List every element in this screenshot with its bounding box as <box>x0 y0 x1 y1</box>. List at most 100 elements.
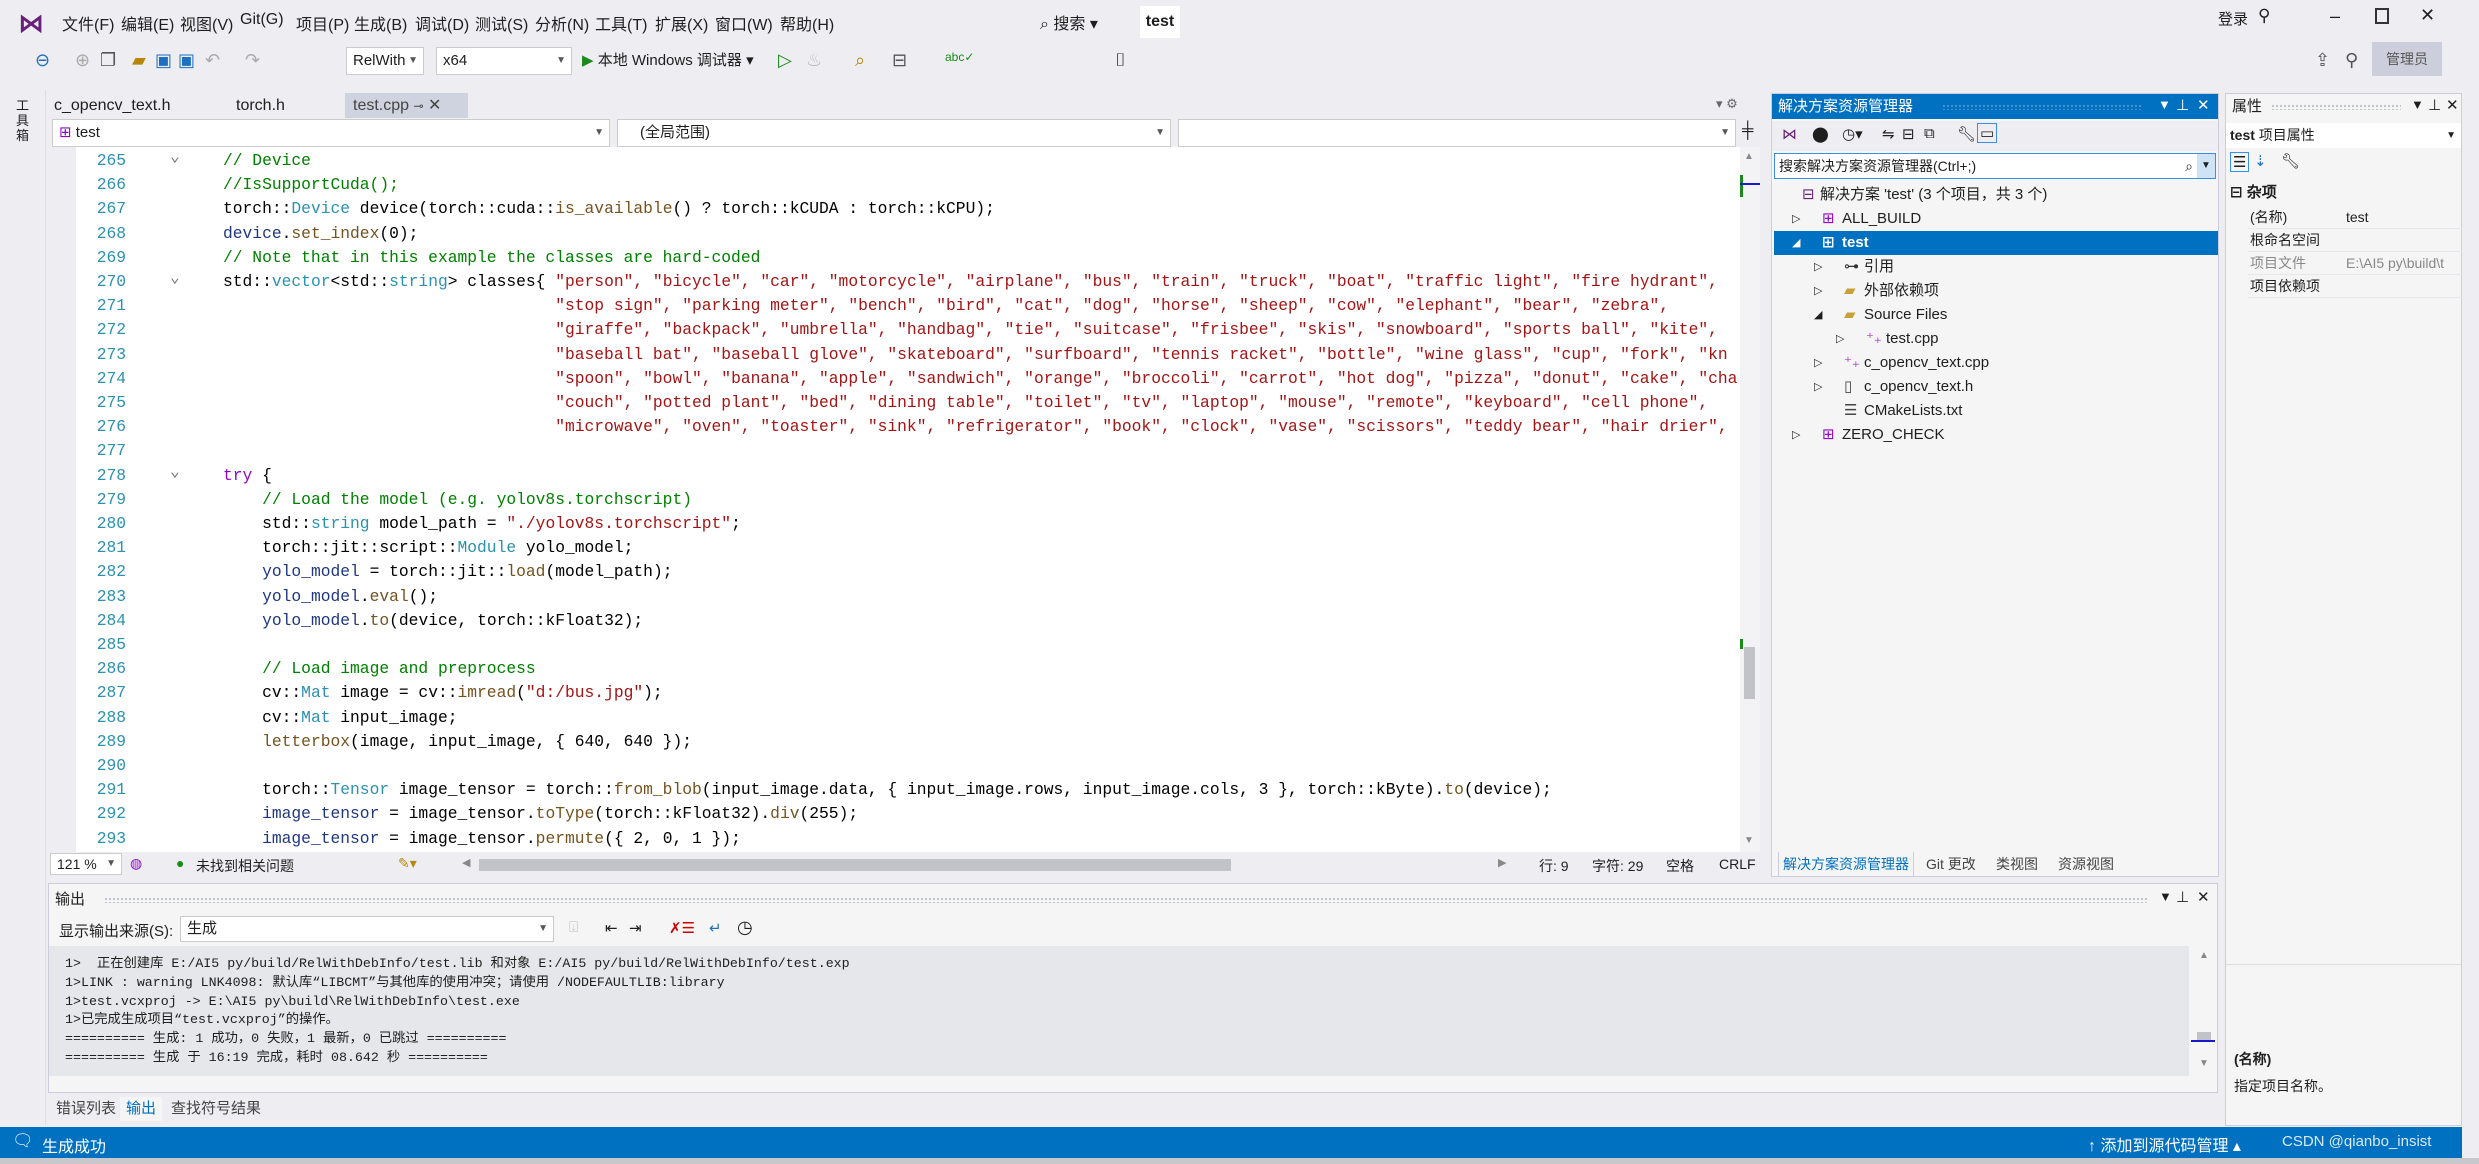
editor-vertical-scrollbar[interactable]: ▲ ▼ <box>1740 147 1760 852</box>
sync-icon[interactable]: ⇋ <box>1882 125 1895 143</box>
code-line[interactable]: 276 "microwave", "oven", "toaster", "sin… <box>48 415 1740 439</box>
tree-item[interactable]: ◢ ▰ Source Files <box>1774 303 2218 327</box>
tab-torch-h[interactable]: torch.h <box>228 93 293 118</box>
menu-item[interactable]: 项目(P) <box>296 11 349 35</box>
code-line[interactable]: 269 // Note that in this example the clas… <box>48 246 1740 270</box>
output-text-area[interactable]: 1> 正在创建库 E:/AI5 py/build/RelWithDebInfo/… <box>49 946 2189 1076</box>
fold-toggle-icon[interactable]: ⌄ <box>170 147 180 169</box>
code-line[interactable]: 267 torch::Device device(torch::cuda::is_… <box>48 197 1740 221</box>
git-icon[interactable]: ⬤ <box>1812 125 1829 143</box>
line-indicator[interactable]: 行: 9 <box>1539 856 1569 876</box>
collapsed-arrow-icon[interactable]: ▷ <box>1836 327 1844 351</box>
code-line[interactable]: 279 // Load the model (e.g. yolov8s.torc… <box>48 488 1740 512</box>
toolbox-tab[interactable]: 工具箱 <box>16 98 32 143</box>
drag-handle[interactable] <box>104 897 2149 903</box>
solution-search-input[interactable]: 搜索解决方案资源管理器(Ctrl+;) ⌕ ▼ <box>1774 153 2216 179</box>
code-line[interactable]: 287 cv::Mat image = cv::imread("d:/bus.j… <box>48 681 1740 705</box>
open-folder-icon[interactable]: ▰ <box>132 50 146 71</box>
window-layout-icon[interactable]: ⊟ <box>892 50 907 71</box>
properties-wrench-icon[interactable]: 🔧︎ <box>1957 125 1976 143</box>
line-ending-indicator[interactable]: CRLF <box>1719 856 1756 872</box>
tree-item[interactable]: ▷ ⊞ ALL_BUILD <box>1774 207 2218 231</box>
horizontal-scrollbar-thumb[interactable] <box>479 859 1231 871</box>
split-editor-icon[interactable]: ╪ <box>1742 122 1753 140</box>
save-all-icon[interactable]: ▣ <box>178 50 195 71</box>
property-pages-icon[interactable]: 🔧︎ <box>2281 152 2300 170</box>
code-line[interactable]: 270 ⌄ std::vector<std::string> classes{ "p… <box>48 268 1740 294</box>
code-line[interactable]: 289 letterbox(image, input_image, { 640,… <box>48 730 1740 754</box>
code-line[interactable]: 271 "stop sign", "parking meter", "bench… <box>48 294 1740 318</box>
property-value[interactable]: E:\AI5 py\build\t <box>2346 252 2462 275</box>
bottom-tab[interactable]: 查找符号结果 <box>165 1097 267 1121</box>
word-wrap-icon[interactable]: ↵ <box>709 919 722 937</box>
close-panel-icon[interactable]: ✕ <box>2446 96 2459 114</box>
switch-view-icon[interactable]: ⋈ <box>1782 125 1797 143</box>
code-line[interactable]: 285 <box>48 633 1740 657</box>
close-panel-icon[interactable]: ✕ <box>2197 96 2210 114</box>
hot-reload-icon[interactable]: ♨ <box>806 50 822 71</box>
tab-overflow-icon[interactable]: ▾ ⚙ <box>1716 96 1738 112</box>
code-line[interactable]: 275 "couch", "potted plant", "bed", "din… <box>48 391 1740 415</box>
find-in-files-icon[interactable]: ⌕ <box>855 50 865 71</box>
panel-menu-icon[interactable]: ▼ <box>2158 97 2171 112</box>
category-misc[interactable]: ⊟ 杂项 <box>2230 181 2277 202</box>
zoom-dropdown[interactable]: 121 % ▼ <box>50 853 122 875</box>
collapsed-arrow-icon[interactable]: ▷ <box>1814 375 1822 399</box>
prev-message-icon[interactable]: ⇤ <box>605 919 618 937</box>
menu-item[interactable]: 工具(T) <box>595 11 647 35</box>
preview-selected-icon[interactable]: ▭ <box>1977 123 1998 143</box>
spell-check-icon[interactable]: abc✓ <box>945 50 974 64</box>
code-line[interactable]: 272 "giraffe", "backpack", "umbrella", "… <box>48 318 1740 342</box>
undo-icon[interactable]: ↶ <box>205 50 220 71</box>
search-options-icon[interactable]: ▼ <box>2197 154 2215 178</box>
tree-item[interactable]: ▷ ⁺₊ c_opencv_text.cpp <box>1774 351 2218 375</box>
pin-icon[interactable]: ⊥ <box>2176 96 2189 114</box>
char-indicator[interactable]: 字符: 29 <box>1592 856 1643 876</box>
fold-toggle-icon[interactable]: ⌄ <box>170 266 180 290</box>
menu-item[interactable]: 帮助(H) <box>780 11 834 35</box>
expanded-arrow-icon[interactable]: ◢ <box>1792 231 1800 255</box>
start-without-debugging-icon[interactable]: ▷ <box>778 50 792 71</box>
menu-item[interactable]: 测试(S) <box>475 11 528 35</box>
scroll-left-icon[interactable]: ◀ <box>462 856 470 869</box>
drag-handle[interactable] <box>2271 104 2401 110</box>
property-row[interactable]: 项目文件 E:\AI5 py\build\t <box>2248 252 2463 275</box>
bookmark-icon[interactable]: ⌷ <box>1115 50 1126 71</box>
close-panel-icon[interactable]: ✕ <box>2197 888 2210 906</box>
code-line[interactable]: 274 "spoon", "bowl", "banana", "apple", … <box>48 367 1740 391</box>
property-row[interactable]: (名称) test <box>2248 206 2463 229</box>
indent-indicator[interactable]: 空格 <box>1666 856 1694 876</box>
scroll-right-icon[interactable]: ▶ <box>1498 856 1506 869</box>
menu-item[interactable]: 分析(N) <box>535 11 589 35</box>
menu-item[interactable]: 窗口(W) <box>715 11 773 35</box>
code-line[interactable]: 290 <box>48 754 1740 778</box>
show-all-files-icon[interactable]: ⧉ <box>1924 125 1935 142</box>
close-tab-icon[interactable]: ✕ <box>428 97 441 114</box>
clear-all-icon[interactable]: ✗☰ <box>669 919 695 937</box>
property-row[interactable]: 根命名空间 <box>2248 229 2463 252</box>
timestamp-icon[interactable]: ◷ <box>737 917 753 938</box>
menu-item[interactable]: 调试(D) <box>415 11 469 35</box>
menu-item[interactable]: 生成(B) <box>354 11 407 35</box>
issues-status[interactable]: 未找到相关问题 <box>196 856 294 876</box>
tree-item[interactable]: ⊟ 解决方案 'test' (3 个项目，共 3 个) <box>1774 183 2218 207</box>
code-line[interactable]: 291 torch::Tensor image_tensor = torch::… <box>48 778 1740 802</box>
drag-handle[interactable] <box>1942 104 2142 110</box>
panel-menu-icon[interactable]: ▼ <box>2159 889 2172 904</box>
code-line[interactable]: 266 //IsSupportCuda(); <box>48 173 1740 197</box>
tree-item[interactable]: ▷ ▯ c_opencv_text.h <box>1774 375 2218 399</box>
code-line[interactable]: 293 image_tensor = image_tensor.permute(… <box>48 827 1740 851</box>
menu-item[interactable]: 扩展(X) <box>655 11 708 35</box>
code-line[interactable]: 283 yolo_model.eval(); <box>48 585 1740 609</box>
bottom-tab[interactable]: 错误列表 <box>50 1097 122 1121</box>
output-source-dropdown[interactable]: 生成 ▼ <box>180 916 554 942</box>
scrollbar-thumb[interactable] <box>2197 1032 2211 1040</box>
collapsed-arrow-icon[interactable]: ▷ <box>1814 279 1822 303</box>
scroll-down-icon[interactable]: ▼ <box>1744 835 1754 846</box>
tree-item[interactable]: ▷ ▰ 外部依赖项 <box>1774 279 2218 303</box>
tree-item[interactable]: ☰ CMakeLists.txt <box>1774 399 2218 423</box>
tab-c-opencv-text-h[interactable]: c_opencv_text.h <box>46 93 179 118</box>
pin-icon[interactable]: ⊥ <box>2176 888 2189 906</box>
forward-icon[interactable]: ⊕ <box>75 50 90 71</box>
copilot-icon[interactable]: ◍ <box>130 855 142 872</box>
